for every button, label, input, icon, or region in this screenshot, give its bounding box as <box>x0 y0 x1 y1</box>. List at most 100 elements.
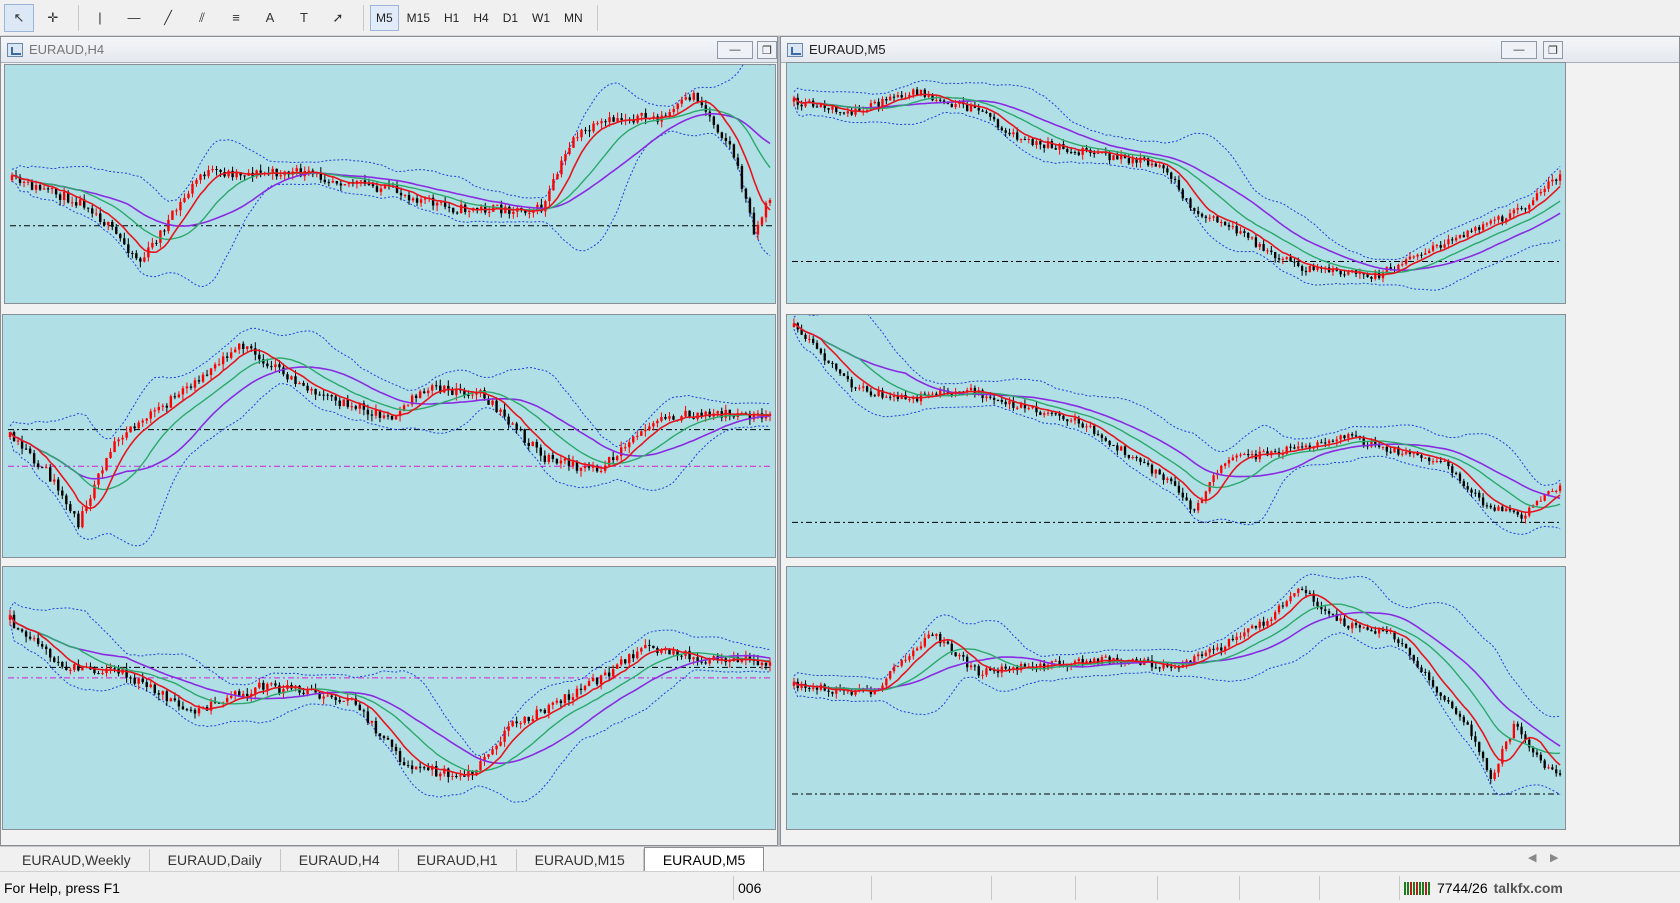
candle-body <box>764 662 768 666</box>
candle-body <box>326 394 329 396</box>
candle-body <box>242 343 245 349</box>
candle-body <box>197 708 201 714</box>
price-chart-right-bottom[interactable] <box>786 566 1566 830</box>
candle-body <box>1200 654 1204 656</box>
candle-body <box>942 641 946 644</box>
candle-body <box>175 210 178 212</box>
candle-body <box>46 188 50 190</box>
fibonacci-icon[interactable]: ≡ <box>221 4 251 32</box>
candle-body <box>1227 225 1231 227</box>
candle-body <box>65 495 68 505</box>
candle-body <box>1404 259 1408 265</box>
candle-body <box>1081 423 1084 428</box>
timeframe-h1-button[interactable]: H1 <box>438 5 465 31</box>
candle-body <box>496 204 499 206</box>
chart-tab[interactable]: EURAUD,H4 <box>281 849 399 871</box>
candle-body <box>343 184 347 186</box>
candle-body <box>451 776 454 778</box>
chart-tab[interactable]: EURAUD,M5 <box>643 847 765 871</box>
chart-tab[interactable]: EURAUD,H1 <box>399 849 517 871</box>
candle-body <box>322 394 325 396</box>
horizontal-line-icon[interactable]: — <box>119 4 149 32</box>
candle-body <box>508 206 511 214</box>
price-chart-m5[interactable] <box>786 62 1566 304</box>
connection-status[interactable]: 7744/26 talkfx.com <box>1400 876 1567 900</box>
timeframe-h4-button[interactable]: H4 <box>467 5 494 31</box>
candle-body <box>125 432 128 438</box>
candle-body <box>101 470 104 474</box>
candle-body <box>1181 492 1184 498</box>
candle-body <box>1170 666 1173 668</box>
restore-button[interactable]: ❐ <box>1543 41 1563 59</box>
candle-body <box>1408 256 1412 260</box>
candle-body <box>117 439 120 442</box>
candle-body <box>696 92 700 103</box>
price-chart-right-middle[interactable] <box>786 314 1566 558</box>
candle-body <box>1208 648 1211 653</box>
price-chart-h4[interactable] <box>4 64 776 304</box>
chart-tab[interactable]: EURAUD,Weekly <box>4 849 150 871</box>
window-title: EURAUD,M5 <box>809 42 886 57</box>
candle-body <box>1404 451 1408 454</box>
candle-body <box>977 107 980 111</box>
price-chart-left-bottom[interactable] <box>2 566 776 830</box>
arrows-icon[interactable]: ➚ <box>323 4 353 32</box>
candle-body <box>1197 654 1200 657</box>
minimize-button[interactable]: — <box>717 41 753 59</box>
timeframe-d1-button[interactable]: D1 <box>497 5 524 31</box>
candle-body <box>668 649 671 655</box>
candle-body <box>101 673 104 675</box>
candle-body <box>652 423 655 427</box>
chart-tab[interactable]: EURAUD,Daily <box>150 849 281 871</box>
timeframe-m15-button[interactable]: M15 <box>401 5 436 31</box>
candle-body <box>583 685 587 691</box>
candle-body <box>1274 612 1277 620</box>
candle-body <box>1127 158 1131 164</box>
text-icon[interactable]: A <box>255 4 285 32</box>
candle-body <box>334 697 337 701</box>
candle-body <box>129 677 132 679</box>
candle-body <box>1489 770 1492 779</box>
candle-body <box>850 379 853 388</box>
chart-window-title-bar[interactable]: EURAUD,M5 — ❐ <box>781 37 1679 63</box>
candle-body <box>1524 208 1527 210</box>
crosshair-icon[interactable]: ✛ <box>38 4 68 32</box>
timeframe-mn-button[interactable]: MN <box>558 5 589 31</box>
restore-button[interactable]: ❐ <box>757 41 777 59</box>
text-label-icon[interactable]: T <box>289 4 319 32</box>
candle-body <box>768 662 772 666</box>
vertical-line-icon[interactable]: | <box>85 4 115 32</box>
price-chart-left-middle[interactable] <box>2 314 776 558</box>
timeframe-w1-button[interactable]: W1 <box>526 5 556 31</box>
candle-body <box>233 349 237 353</box>
candle-body <box>38 184 42 190</box>
candle-body <box>620 118 623 120</box>
chart-window-title-bar[interactable]: EURAUD,H4 — ❐ <box>1 37 777 63</box>
chart-tab[interactable]: EURAUD,M15 <box>517 849 644 871</box>
candle-body <box>672 416 675 420</box>
timeframe-m5-button[interactable]: M5 <box>370 4 399 31</box>
candle-body <box>648 644 651 646</box>
profile-cell[interactable]: 006 <box>734 875 872 900</box>
candle-body <box>1297 446 1300 449</box>
chart-icon <box>787 42 803 57</box>
candle-body <box>342 700 345 702</box>
candle-body <box>201 374 205 382</box>
toolbar-separator <box>78 4 79 31</box>
candle-body <box>73 511 76 514</box>
candle-body <box>342 399 345 407</box>
trendline-icon[interactable]: ╱ <box>153 4 183 32</box>
equidistant-channel-icon[interactable]: ⫽ <box>187 4 217 32</box>
cursor-icon[interactable]: ↖ <box>4 3 34 32</box>
candle-body <box>270 683 273 685</box>
tab-scroll-right-icon[interactable]: ▶ <box>1550 851 1558 864</box>
tab-scroll-left-icon[interactable]: ◀ <box>1528 851 1536 864</box>
candle-body <box>1308 592 1311 594</box>
minimize-button[interactable]: — <box>1501 41 1537 59</box>
candle-body <box>543 455 547 462</box>
candle-body <box>326 695 329 697</box>
candle-body <box>1235 226 1238 234</box>
candle-body <box>889 671 892 679</box>
candle-body <box>1454 472 1458 474</box>
candle-body <box>1073 152 1077 154</box>
